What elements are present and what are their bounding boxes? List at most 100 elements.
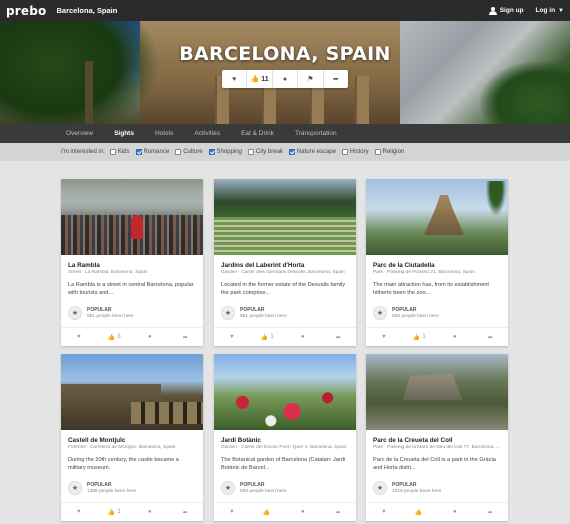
flag-icon: ⚑ <box>307 76 314 83</box>
tab-activities[interactable]: Activities <box>194 130 220 137</box>
like-button[interactable]: 👍 1 <box>97 503 133 521</box>
interest-label: Kids <box>117 149 130 155</box>
sight-card[interactable]: La Rambla Street · La Rambla, Barcelona,… <box>61 179 203 346</box>
heart-icon: ♥ <box>232 75 237 83</box>
sight-title[interactable]: La Rambla <box>68 262 100 269</box>
sight-photo[interactable] <box>366 354 508 430</box>
map-button[interactable]: ● <box>132 503 168 521</box>
interest-kids-checkbox[interactable]: Kids <box>109 149 130 155</box>
interest-religion-checkbox[interactable]: Religion <box>374 149 404 155</box>
share-button[interactable]: ➦ <box>473 503 509 521</box>
checkbox-box <box>341 149 348 155</box>
tab-overview[interactable]: Overview <box>66 130 93 137</box>
sign-up-button[interactable]: Sign up <box>488 6 524 15</box>
interest-romance-checkbox[interactable]: Romance <box>135 149 170 155</box>
favorite-button[interactable]: ♥ <box>214 328 250 346</box>
sight-title[interactable]: Castell de Montjuïc <box>68 437 125 444</box>
share-button[interactable]: ➦ <box>168 503 204 521</box>
tab-transportation[interactable]: Transportation <box>295 130 337 137</box>
share-button[interactable]: ➦ <box>321 503 357 521</box>
sight-description: During the 20th century, the castle beca… <box>68 457 179 471</box>
flag-button[interactable]: ⚑ <box>298 70 324 88</box>
photo-detail <box>131 402 203 424</box>
logo[interactable]: prebo <box>6 4 46 18</box>
sight-card[interactable]: Parc de la Ciutadella Park · Passeig de … <box>366 179 508 346</box>
like-count: 1 <box>422 334 426 340</box>
sign-up-label: Sign up <box>499 7 524 14</box>
like-button[interactable]: 👍 <box>402 503 438 521</box>
checkbox-box <box>208 149 215 155</box>
like-button[interactable]: 👍 1 <box>402 328 438 346</box>
interest-city-break-checkbox[interactable]: City break <box>247 149 283 155</box>
popularity-badge: ★ POPULAR 1019 people been here <box>373 481 441 495</box>
interest-culture-checkbox[interactable]: Culture <box>175 149 203 155</box>
interest-nature-escape-checkbox[interactable]: Nature escape <box>288 149 336 155</box>
current-location: Barcelona, Spain <box>56 6 118 15</box>
favorite-button[interactable]: ♥ <box>61 503 97 521</box>
like-count: 11 <box>261 75 269 83</box>
checkbox-box <box>175 149 182 155</box>
visitor-count: 860 people been here <box>240 489 287 494</box>
sight-photo[interactable] <box>366 179 508 255</box>
sight-card[interactable]: Jardins del Laberint d'Horta Garden · Ca… <box>214 179 356 346</box>
map-button[interactable]: ● <box>437 328 473 346</box>
popularity-badge: ★ POPULAR 891 people been here <box>68 306 134 320</box>
sight-card[interactable]: Jardí Botànic Garden · Carrer del Doctor… <box>214 354 356 521</box>
heart-icon: ♥ <box>229 509 234 515</box>
favorite-button[interactable]: ♥ <box>222 70 248 88</box>
sight-meta: Street · La Rambla, Barcelona, Spain <box>68 270 148 275</box>
sight-card[interactable]: Parc de la Creueta del Coll Park · Passe… <box>366 354 508 521</box>
share-button[interactable]: ➦ <box>473 328 509 346</box>
photo-detail <box>61 179 203 209</box>
sight-photo[interactable] <box>61 179 203 255</box>
map-pin-icon: ● <box>282 75 288 83</box>
like-button[interactable]: 👍 1 <box>250 328 286 346</box>
photo-detail <box>131 215 143 239</box>
map-button[interactable]: ● <box>273 70 299 88</box>
sight-photo[interactable] <box>214 354 356 430</box>
sight-title[interactable]: Parc de la Creueta del Coll <box>373 437 452 444</box>
sight-card[interactable]: Castell de Montjuïc Fortress · Carretera… <box>61 354 203 521</box>
sight-title[interactable]: Parc de la Ciutadella <box>373 262 435 269</box>
card-actions: ♥ 👍 1 ● ➦ <box>214 327 356 346</box>
interest-label: Romance <box>143 149 170 155</box>
map-pin-icon: ● <box>147 334 152 340</box>
map-button[interactable]: ● <box>285 503 321 521</box>
sight-title[interactable]: Jardins del Laberint d'Horta <box>221 262 304 269</box>
like-count: 1 <box>117 509 121 515</box>
photo-detail <box>424 195 464 235</box>
share-button[interactable]: ➦ <box>168 328 204 346</box>
photo-detail <box>214 217 356 255</box>
log-in-button[interactable]: Log in ▼ <box>536 7 564 14</box>
favorite-button[interactable]: ♥ <box>214 503 250 521</box>
tab-eat-drink[interactable]: Eat & Drink <box>241 130 274 137</box>
sight-meta: Garden · Carrer dels Germans Desvalls, B… <box>221 270 345 275</box>
sight-photo[interactable] <box>214 179 356 255</box>
interest-history-checkbox[interactable]: History <box>341 149 369 155</box>
favorite-button[interactable]: ♥ <box>61 328 97 346</box>
favorite-button[interactable]: ♥ <box>366 328 402 346</box>
interest-shopping-checkbox[interactable]: Shopping <box>208 149 242 155</box>
card-actions: ♥ 👍 ● ➦ <box>366 502 508 521</box>
map-pin-icon: ● <box>300 334 305 340</box>
like-button[interactable]: 👍 3 <box>97 328 133 346</box>
share-button[interactable]: ➦ <box>324 70 348 88</box>
tab-hotels[interactable]: Hotels <box>155 130 173 137</box>
sight-description: La Rambla is a street in central Barcelo… <box>68 282 194 296</box>
sight-meta: Park · Passeig de la Mare de Déu del Col… <box>373 445 500 450</box>
sight-title[interactable]: Jardí Botànic <box>221 437 261 444</box>
thumbs-up-icon: 👍 <box>107 509 116 516</box>
like-button[interactable]: 👍 11 <box>247 70 273 88</box>
like-button[interactable]: 👍 <box>250 503 286 521</box>
hero-banner: BARCELONA, SPAIN ♥ 👍 11 ● ⚑ ➦ <box>0 21 570 124</box>
like-count: 1 <box>270 334 274 340</box>
share-button[interactable]: ➦ <box>321 328 357 346</box>
map-button[interactable]: ● <box>285 328 321 346</box>
popular-label: POPULAR <box>87 482 112 488</box>
favorite-button[interactable]: ♥ <box>366 503 402 521</box>
map-button[interactable]: ● <box>437 503 473 521</box>
tab-sights[interactable]: Sights <box>114 130 134 137</box>
map-button[interactable]: ● <box>132 328 168 346</box>
sight-photo[interactable] <box>61 354 203 430</box>
popular-label: POPULAR <box>392 307 417 313</box>
